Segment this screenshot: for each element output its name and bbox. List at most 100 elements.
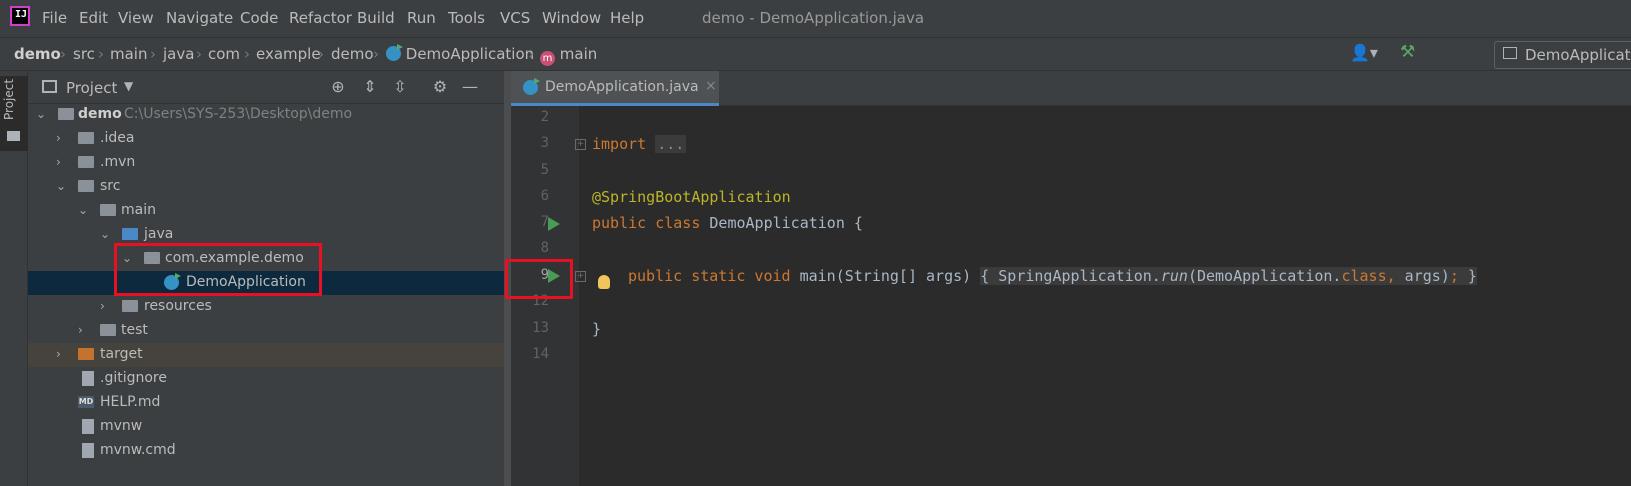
tree-item-label: .mvn [100, 154, 136, 170]
tree-item-mvnw[interactable]: mvnw [28, 415, 504, 439]
folded-imports[interactable]: ... [655, 135, 687, 153]
close-icon[interactable]: × [705, 78, 717, 94]
chevron-down-icon[interactable]: ⌄ [36, 108, 46, 120]
menu-edit[interactable]: Edit [79, 9, 108, 27]
keyword: public static void [628, 267, 791, 285]
project-tool-label: Project [2, 78, 16, 120]
run-configuration-selector[interactable]: DemoApplication [1494, 41, 1631, 69]
tree-item-label: main [121, 202, 156, 218]
code-line-class-decl[interactable]: public class DemoApplication { [592, 214, 863, 232]
folder-icon [78, 156, 94, 168]
breadcrumb-demo[interactable]: demo [14, 45, 61, 63]
keyword: public class [592, 214, 701, 232]
build-hammer-icon[interactable]: ⚒ [1400, 42, 1415, 62]
breadcrumb-com[interactable]: com [208, 45, 240, 63]
chevron-down-icon[interactable]: ⌄ [56, 180, 66, 192]
tree-item-mvnw-cmd[interactable]: mvnw.cmd [28, 439, 504, 463]
chevron-right-icon[interactable]: › [56, 156, 66, 168]
tree-item-label: resources [144, 298, 212, 314]
resources-folder-icon [122, 300, 138, 312]
tree-item-gitignore[interactable]: .gitignore [28, 367, 504, 391]
file-icon [82, 371, 94, 386]
intellij-idea-icon[interactable]: IJ [10, 6, 30, 26]
chevron-right-icon: › [528, 45, 534, 63]
folder-icon [100, 324, 116, 336]
minimize-icon[interactable]: — [460, 77, 480, 97]
breadcrumb-example[interactable]: example [256, 45, 321, 63]
tab-demoapplication-java[interactable]: DemoApplication.java × [511, 71, 719, 106]
fold-icon[interactable]: + [575, 139, 586, 150]
breadcrumb-java[interactable]: java [163, 45, 194, 63]
breadcrumb-demo-package[interactable]: demo [331, 45, 374, 63]
tree-item-mvn[interactable]: › .mvn [28, 151, 504, 175]
application-icon [1503, 47, 1517, 59]
chevron-right-icon[interactable]: › [56, 348, 66, 360]
line-number: 5 [540, 162, 549, 178]
breadcrumb-src[interactable]: src [73, 45, 95, 63]
line-number: 7 [540, 214, 549, 230]
excluded-folder-icon [78, 348, 94, 360]
line-number: 6 [540, 188, 549, 204]
collapse-all-icon[interactable]: ⇳ [390, 77, 410, 97]
tab-label: DemoApplication.java [545, 79, 699, 95]
menu-bar: IJ File Edit View Navigate Code Refactor… [0, 0, 1631, 37]
project-tool-button[interactable]: Project [0, 76, 28, 151]
menu-window[interactable]: Window [542, 9, 601, 27]
menu-run[interactable]: Run [407, 9, 436, 27]
code-line-annotation[interactable]: @SpringBootApplication [592, 188, 791, 206]
chevron-down-icon[interactable]: ⌄ [100, 228, 110, 240]
tree-item-label: demo [78, 106, 122, 122]
tree-item-idea[interactable]: › .idea [28, 127, 504, 151]
tree-item-demo[interactable]: ⌄ demo C:\Users\SYS-253\Desktop\demo [28, 103, 504, 127]
chevron-right-icon[interactable]: › [56, 132, 66, 144]
breadcrumb-class-label: DemoApplication [405, 45, 535, 63]
gear-icon[interactable]: ⚙ [430, 77, 450, 97]
project-panel-header: Project ▼ ⊕ ⇕ ⇳ ⚙ — [28, 71, 504, 104]
user-icon[interactable]: 👤▾ [1350, 43, 1378, 62]
highlight-box-tree [114, 243, 322, 296]
chevron-right-icon[interactable]: › [78, 324, 88, 336]
tree-item-label: .gitignore [100, 370, 167, 386]
tree-item-test[interactable]: › test [28, 319, 504, 343]
fold-icon[interactable]: + [575, 271, 586, 282]
chevron-right-icon[interactable]: › [100, 300, 110, 312]
lightbulb-icon[interactable] [598, 275, 610, 289]
locate-icon[interactable]: ⊕ [328, 77, 348, 97]
chevron-right-icon: › [60, 45, 66, 63]
folded-method-body[interactable]: { SpringApplication.run(DemoApplication.… [980, 267, 1477, 285]
tree-item-resources[interactable]: › resources [28, 295, 504, 319]
code-line-close-brace[interactable]: } [592, 320, 601, 338]
tree-item-src[interactable]: ⌄ src [28, 175, 504, 199]
line-number: 14 [532, 346, 549, 362]
breadcrumb-class[interactable]: DemoApplication [386, 45, 534, 63]
menu-view[interactable]: View [118, 9, 154, 27]
menu-code[interactable]: Code [240, 9, 278, 27]
run-gutter-icon[interactable] [548, 217, 560, 231]
tree-item-target[interactable]: › target [28, 343, 504, 367]
module-path: C:\Users\SYS-253\Desktop\demo [124, 106, 353, 122]
tree-item-label: mvnw [100, 418, 143, 434]
menu-navigate[interactable]: Navigate [166, 9, 233, 27]
chevron-down-icon[interactable]: ▼ [124, 79, 133, 93]
breadcrumb-main[interactable]: main [110, 45, 147, 63]
code-line-main[interactable]: public static void main(String[] args) {… [628, 267, 1477, 285]
script-file-icon [82, 419, 94, 434]
tree-item-help-md[interactable]: MD HELP.md [28, 391, 504, 415]
menu-file[interactable]: File [42, 9, 67, 27]
code-line-import[interactable]: import ... [592, 135, 687, 153]
expand-all-icon[interactable]: ⇕ [360, 77, 380, 97]
chevron-down-icon[interactable]: ⌄ [78, 204, 88, 216]
menu-tools[interactable]: Tools [448, 9, 485, 27]
folder-icon [78, 180, 94, 192]
breadcrumb-method[interactable]: m main [540, 45, 597, 66]
tree-item-main[interactable]: ⌄ main [28, 199, 504, 223]
menu-refactor[interactable]: Refactor [289, 9, 352, 27]
folder-icon [7, 131, 20, 141]
chevron-right-icon: › [373, 45, 379, 63]
menu-build[interactable]: Build [357, 9, 395, 27]
menu-vcs[interactable]: VCS [500, 9, 530, 27]
tree-item-label: mvnw.cmd [100, 442, 176, 458]
run-configuration-label: DemoApplication [1525, 46, 1631, 64]
tree-item-label: java [144, 226, 174, 242]
menu-help[interactable]: Help [610, 9, 644, 27]
